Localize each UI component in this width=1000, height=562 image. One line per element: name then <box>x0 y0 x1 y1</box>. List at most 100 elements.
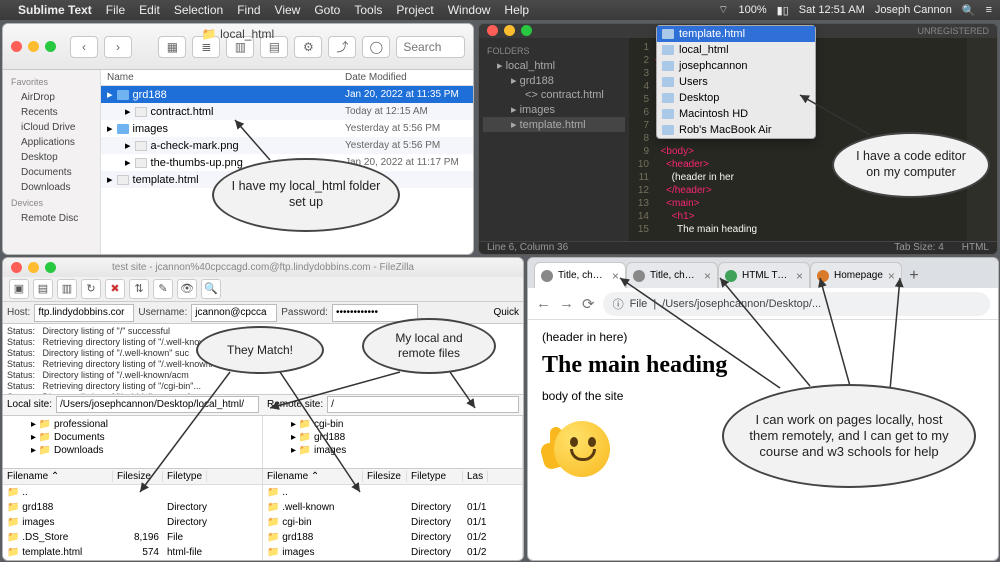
spotlight-icon[interactable]: 🔍 <box>962 4 976 17</box>
menu-edit[interactable]: Edit <box>139 3 160 17</box>
back-button[interactable]: ‹ <box>70 36 98 58</box>
sidebar-item-applications[interactable]: Applications <box>3 135 100 150</box>
menu-extras-icon[interactable]: ≡ <box>986 4 992 16</box>
browser-tab[interactable]: Homepage× <box>810 262 902 288</box>
new-tab-button[interactable]: + <box>902 264 926 288</box>
zoom-icon[interactable] <box>45 262 56 273</box>
tags-button[interactable]: ◯ <box>362 36 390 58</box>
list-item[interactable]: 📁 grd188Directory01/2 <box>263 530 522 545</box>
sidebar-item-desktop[interactable]: Desktop <box>3 150 100 165</box>
sidebar-item-airdrop[interactable]: AirDrop <box>3 90 100 105</box>
browser-tab[interactable]: Title, chang× <box>626 262 718 288</box>
local-file-list[interactable]: Filename ⌃FilesizeFiletype 📁 ..📁 grd188D… <box>3 469 263 560</box>
col-name[interactable]: Name <box>101 72 339 83</box>
finder-row[interactable]: ▸ a-check-mark.pngYesterday at 5:56 PM <box>101 137 473 154</box>
minimap[interactable] <box>967 38 997 241</box>
reload-button[interactable]: ⟳ <box>582 295 595 313</box>
close-icon[interactable] <box>487 25 498 36</box>
sidebar-item-recents[interactable]: Recents <box>3 105 100 120</box>
remote-file-list[interactable]: Filename ⌃FilesizeFiletypeLas 📁 ..📁 .wel… <box>263 469 523 560</box>
toolbar-icon[interactable]: ▤ <box>33 279 53 299</box>
menu-window[interactable]: Window <box>448 3 491 17</box>
finder-row[interactable]: ▸ contract.htmlToday at 12:15 AM <box>101 103 473 120</box>
path-item[interactable]: local_html <box>657 42 815 58</box>
quickconnect-button[interactable]: Quick <box>493 307 519 318</box>
list-item[interactable]: 📁 grd188Directory <box>3 500 262 515</box>
tree-item[interactable]: <> contract.html <box>483 88 625 102</box>
status-tabsize[interactable]: Tab Size: 4 <box>894 242 943 253</box>
toolbar-icon[interactable]: ✎ <box>153 279 173 299</box>
menu-help[interactable]: Help <box>504 3 529 17</box>
local-site-input[interactable] <box>56 396 259 413</box>
browser-tab[interactable]: HTML Tuto× <box>718 262 810 288</box>
toolbar-icon[interactable]: ⇅ <box>129 279 149 299</box>
toolbar-icon[interactable]: 🔍 <box>201 279 221 299</box>
menu-goto[interactable]: Goto <box>314 3 340 17</box>
action-button[interactable]: ⚙ <box>294 36 322 58</box>
zoom-icon[interactable] <box>521 25 532 36</box>
clock[interactable]: Sat 12:51 AM <box>799 4 865 16</box>
url-field[interactable]: ⓘ File | /Users/josephcannon/Desktop/... <box>603 292 990 316</box>
browser-tab[interactable]: Title, chang× <box>534 262 626 288</box>
path-item[interactable]: Desktop <box>657 90 815 106</box>
list-item[interactable]: 📁 template.html574html-file <box>3 545 262 560</box>
minimize-icon[interactable] <box>504 25 515 36</box>
minimize-icon[interactable] <box>28 41 39 52</box>
site-manager-icon[interactable]: ▣ <box>9 279 29 299</box>
path-item[interactable]: Users <box>657 74 815 90</box>
menu-project[interactable]: Project <box>396 3 433 17</box>
sidebar-item-remote-disc[interactable]: Remote Disc <box>3 211 100 226</box>
menu-tools[interactable]: Tools <box>354 3 382 17</box>
list-item[interactable]: 📁 .DS_Store8,196File <box>3 530 262 545</box>
close-tab-icon[interactable]: × <box>796 269 803 283</box>
tree-item[interactable]: ▸ template.html <box>483 117 625 132</box>
finder-row[interactable]: ▸ grd188Jan 20, 2022 at 11:35 PM <box>101 86 473 103</box>
toolbar-icon[interactable]: 👁 <box>177 279 197 299</box>
menu-app[interactable]: Sublime Text <box>18 3 92 17</box>
menu-selection[interactable]: Selection <box>174 3 223 17</box>
close-icon[interactable] <box>11 41 22 52</box>
sidebar-item-icloud[interactable]: iCloud Drive <box>3 120 100 135</box>
toolbar-icon[interactable]: ↻ <box>81 279 101 299</box>
forward-button[interactable]: › <box>104 36 132 58</box>
local-tree[interactable]: ▸ 📁 professional▸ 📁 Documents▸ 📁 Downloa… <box>3 416 263 468</box>
view-icons-button[interactable]: ▦ <box>158 36 186 58</box>
list-item[interactable]: 📁 .well-knownDirectory01/1 <box>263 500 522 515</box>
finder-row[interactable]: ▸ imagesYesterday at 5:56 PM <box>101 120 473 137</box>
menu-file[interactable]: File <box>106 3 125 17</box>
menu-view[interactable]: View <box>275 3 301 17</box>
host-input[interactable] <box>34 304 134 322</box>
sidebar-item-downloads[interactable]: Downloads <box>3 180 100 195</box>
tree-item[interactable]: ▸ grd188 <box>483 73 625 88</box>
remote-tree[interactable]: ▸ 📁 cgi-bin▸ 📁 grd188▸ 📁 images <box>263 416 523 468</box>
remote-site-input[interactable] <box>327 396 519 413</box>
wifi-icon[interactable]: ⌔ <box>718 3 728 17</box>
close-tab-icon[interactable]: × <box>612 269 619 283</box>
zoom-icon[interactable] <box>45 41 56 52</box>
list-item[interactable]: 📁 .. <box>3 485 262 500</box>
path-item[interactable]: Macintosh HD <box>657 106 815 122</box>
list-item[interactable]: 📁 .. <box>263 485 522 500</box>
list-item[interactable]: 📁 imagesDirectory <box>3 515 262 530</box>
path-item[interactable]: josephcannon <box>657 58 815 74</box>
minimize-icon[interactable] <box>28 262 39 273</box>
list-item[interactable]: 📁 cgi-binDirectory01/1 <box>263 515 522 530</box>
user-name[interactable]: Joseph Cannon <box>875 4 952 16</box>
path-item[interactable]: template.html <box>657 26 815 42</box>
close-tab-icon[interactable]: × <box>888 269 895 283</box>
back-button[interactable]: ← <box>536 295 551 312</box>
col-date[interactable]: Date Modified <box>339 72 473 83</box>
forward-button[interactable]: → <box>559 295 574 312</box>
menu-find[interactable]: Find <box>237 3 260 17</box>
path-item[interactable]: Rob's MacBook Air <box>657 122 815 138</box>
toolbar-icon[interactable]: ✖ <box>105 279 125 299</box>
toolbar-icon[interactable]: ▥ <box>57 279 77 299</box>
search-input[interactable] <box>396 36 465 58</box>
sidebar-item-documents[interactable]: Documents <box>3 165 100 180</box>
share-button[interactable]: ⤴ <box>328 36 356 58</box>
close-icon[interactable] <box>11 262 22 273</box>
status-language[interactable]: HTML <box>962 242 989 253</box>
username-input[interactable] <box>191 304 277 322</box>
close-tab-icon[interactable]: × <box>704 269 711 283</box>
tree-item[interactable]: ▸ images <box>483 102 625 117</box>
